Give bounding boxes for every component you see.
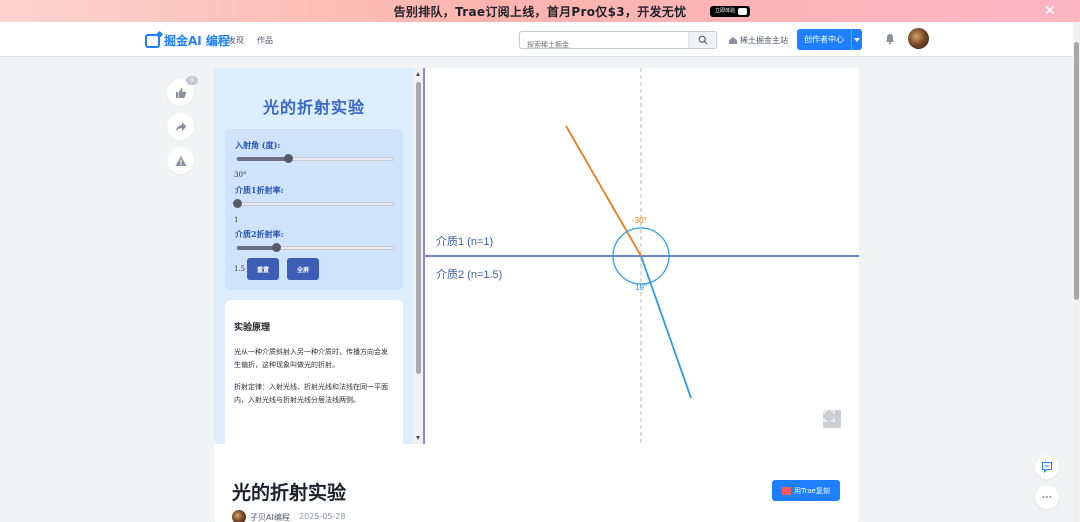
n2-slider-handle[interactable] — [272, 243, 281, 252]
close-icon[interactable]: ✕ — [1044, 4, 1058, 18]
banner-cta-label: 立即体验 — [715, 8, 736, 14]
theory-paragraph: 折射定律：入射光线、折射光线和法线在同一平面内，入射光线与折射光线分居法线两侧。 — [234, 383, 388, 404]
incident-ray — [565, 125, 642, 257]
theory-box: 实验原理 光从一种介质斜射入另一种介质时，传播方向会发生偏折，这种现象叫做光的折… — [225, 300, 403, 444]
search-input[interactable] — [520, 37, 688, 53]
medium2-label: 介质2 (n=1.5) — [436, 268, 502, 281]
share-icon — [175, 121, 186, 131]
bell-icon[interactable] — [884, 33, 896, 45]
banner-cta-button[interactable]: 立即体验 — [710, 6, 751, 17]
main-site-link[interactable]: 稀土掘金主站 — [729, 35, 788, 46]
angle-label: 入射角 (度): — [235, 140, 281, 150]
share-button[interactable] — [167, 113, 194, 140]
logo-icon — [145, 33, 160, 48]
n2-slider[interactable] — [236, 243, 394, 252]
angle-value: 30° — [234, 171, 247, 179]
n2-value: 1.5 — [234, 265, 246, 273]
medium1-label: 介质1 (n=1) — [436, 235, 493, 248]
scroll-down-icon[interactable] — [416, 436, 420, 440]
main-site-label: 稀土掘金主站 — [740, 36, 788, 45]
warning-icon — [175, 155, 186, 166]
fullscreen-button[interactable]: 全屏 — [287, 258, 319, 280]
arrow-icon — [738, 8, 748, 15]
more-button[interactable] — [1035, 485, 1059, 509]
n2-slider-fill — [237, 246, 276, 250]
angle-slider-handle[interactable] — [284, 154, 294, 163]
author-name[interactable]: 子贝AI编程 — [250, 512, 290, 522]
top-navbar: 掘金AI 编程 发现 作品 稀土掘金主站 创作者中心 — [0, 22, 1073, 57]
like-count-badge: 0 — [186, 76, 198, 85]
page-scrollbar[interactable] — [1073, 22, 1080, 522]
more-icon — [1042, 496, 1052, 498]
report-button[interactable] — [167, 147, 194, 174]
n1-slider[interactable] — [233, 199, 394, 208]
panel-scrollbar[interactable] — [414, 68, 423, 444]
post-date: 2025-05-28 — [299, 512, 346, 521]
chevron-down-icon[interactable] — [851, 29, 862, 50]
reset-button[interactable]: 重置 — [247, 258, 279, 280]
refracted-angle-label: 19° — [635, 283, 647, 292]
demo-frame: 光的折射实验 入射角 (度): 30° 介质1折射率: 1 介质2折射率: 1.… — [214, 68, 859, 444]
promo-banner[interactable]: 告别排队，Trae订阅上线，首月Pro仅$3，开发无忧 立即体验 ✕ — [0, 0, 1080, 22]
refracted-ray — [640, 255, 692, 399]
expand-icon[interactable] — [823, 410, 841, 428]
control-panel: 光的折射实验 入射角 (度): 30° 介质1折射率: 1 介质2折射率: 1.… — [214, 68, 414, 444]
n1-slider-handle[interactable] — [233, 199, 242, 208]
site-logo[interactable]: 掘金AI 编程 — [145, 32, 230, 49]
search-icon — [698, 35, 707, 45]
scroll-up-icon[interactable] — [416, 72, 420, 76]
experiment-title: 光的折射实验 — [262, 98, 365, 117]
angle-slider[interactable] — [236, 154, 394, 163]
refraction-diagram: -30° 19° 介质1 (n=1) 介质2 (n=1.5) — [425, 68, 859, 444]
nav-works[interactable]: 作品 — [257, 35, 273, 46]
incident-angle-label: -30° — [632, 216, 647, 225]
logo-text: 掘金AI 编程 — [164, 34, 230, 48]
search-button[interactable] — [688, 32, 716, 48]
refraction-canvas[interactable]: -30° 19° 介质1 (n=1) 介质2 (n=1.5) — [425, 68, 859, 444]
creator-center-button[interactable]: 创作者中心 — [797, 29, 862, 50]
angle-slider-fill — [237, 157, 289, 161]
panel-scrollbar-thumb[interactable] — [416, 82, 421, 374]
n2-label: 介质2折射率: — [235, 229, 284, 239]
user-avatar[interactable] — [908, 28, 929, 49]
creator-center-label: 创作者中心 — [804, 35, 844, 44]
home-icon — [729, 37, 737, 44]
search-box — [519, 31, 717, 53]
scrollbar-thumb[interactable] — [1074, 42, 1079, 300]
controls-box: 入射角 (度): 30° 介质1折射率: 1 介质2折射率: 1.5 重置 全屏 — [225, 129, 403, 290]
theory-paragraph: 光从一种介质斜射入另一种介质时，传播方向会发生偏折，这种现象叫做光的折射。 — [234, 348, 388, 369]
theory-heading: 实验原理 — [234, 323, 271, 333]
trae-copy-label: 用Trae复刻 — [794, 486, 830, 495]
chat-icon — [1041, 461, 1053, 473]
thumbs-up-icon — [175, 87, 186, 98]
nav-discover[interactable]: 发现 — [228, 35, 244, 46]
trae-copy-button[interactable]: 用Trae复刻 — [772, 480, 840, 501]
n1-label: 介质1折射率: — [235, 185, 284, 195]
n1-value: 1 — [234, 216, 239, 224]
article-title: 光的折射实验 — [232, 482, 347, 504]
author-avatar[interactable] — [232, 510, 246, 522]
trae-icon — [782, 486, 792, 495]
feedback-button[interactable] — [1035, 455, 1059, 479]
banner-text: 告别排队，Trae订阅上线，首月Pro仅$3，开发无忧 — [393, 4, 687, 19]
